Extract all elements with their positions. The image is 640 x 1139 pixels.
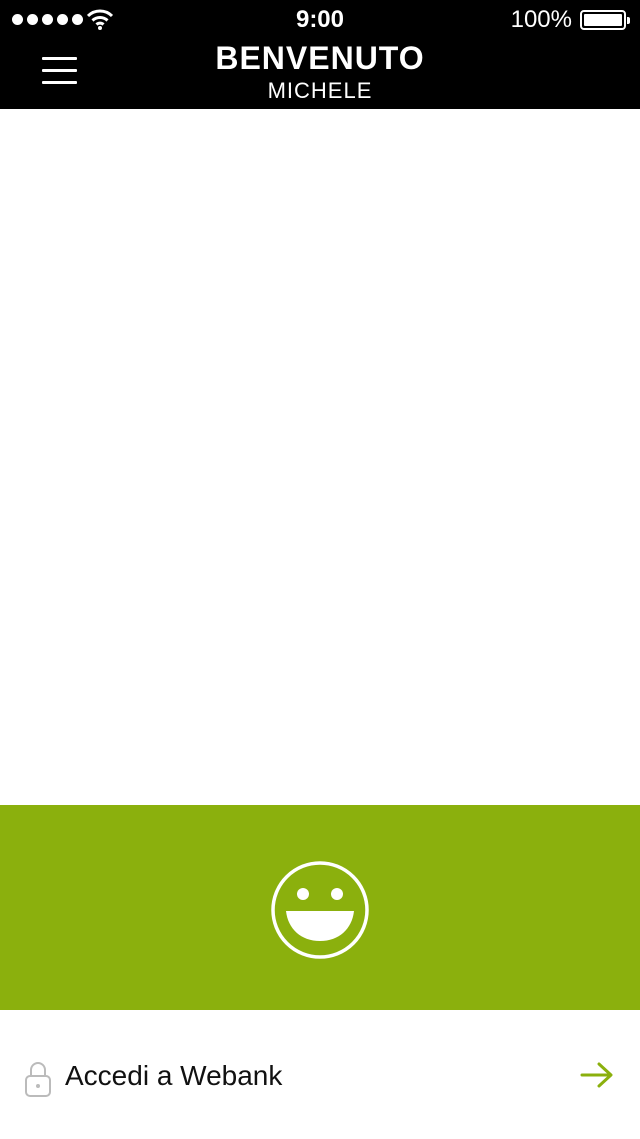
webank-login-row[interactable]: Accedi a Webank xyxy=(0,1010,640,1139)
user-name: MICHELE xyxy=(267,78,373,103)
battery-icon xyxy=(580,10,630,30)
lock-icon xyxy=(25,1062,51,1097)
page-title: BENVENUTO xyxy=(215,40,425,76)
battery-percentage: 100% xyxy=(510,6,572,33)
navigation-bar: BENVENUTO MICHELE xyxy=(0,40,640,109)
webank-login-label: Accedi a Webank xyxy=(65,1060,283,1091)
arrow-right-icon[interactable] xyxy=(580,1062,614,1088)
status-bar: 9:00 100% xyxy=(0,0,640,40)
main-content xyxy=(0,109,640,805)
mood-panel xyxy=(0,805,640,1010)
smiley-face-icon[interactable] xyxy=(269,859,371,961)
